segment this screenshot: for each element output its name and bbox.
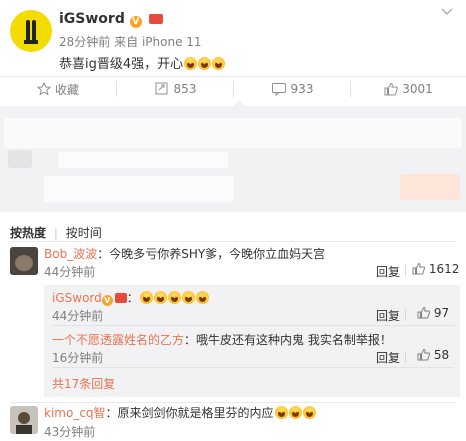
commenter-avatar[interactable] (10, 247, 38, 275)
member-level-icon (148, 14, 163, 24)
post-author-avatar[interactable] (10, 10, 52, 52)
comment-like-button[interactable]: 1612 (412, 262, 459, 276)
comment-icon (271, 83, 286, 96)
like-button[interactable]: 3001 (351, 78, 466, 100)
reply-user[interactable]: iGSword (52, 291, 102, 305)
comment-user[interactable]: kimo_cq智 (44, 406, 106, 420)
post-content-text: 恭喜ig晋级4强，开心 (59, 57, 184, 72)
sort-hot-tab[interactable]: 按热度 (10, 226, 46, 240)
divider (405, 309, 406, 321)
comment-count: 933 (290, 82, 314, 96)
divider (52, 325, 454, 326)
laugh-emoji-icon (212, 57, 226, 70)
more-replies-link[interactable]: 共17条回复 (52, 375, 115, 392)
reply-body: 一个不愿透露姓名的乙方：哦牛皮还有这种内鬼 我实名制举报！ (52, 331, 392, 348)
star-icon (36, 82, 51, 96)
sort-divider: | (53, 226, 58, 240)
post-menu-chevron-icon[interactable] (440, 6, 454, 20)
favorite-label: 收藏 (54, 82, 79, 97)
laugh-emoji-icon (288, 406, 302, 419)
comment-user[interactable]: Bob_波波 (44, 247, 97, 261)
laugh-emoji-icon (153, 291, 167, 304)
thumbs-up-icon (384, 82, 399, 96)
reply-text: ：哦牛皮还有这种内鬼 我实名制举报！ (184, 333, 392, 347)
thumbs-up-icon (417, 348, 430, 361)
comment-text: ：原来剑剑你就是格里芬的内应 (105, 406, 274, 420)
comment-body: Bob_波波：今晚多亏你养SHY爹，今晚你立血妈天宫 (44, 245, 325, 262)
post-time[interactable]: 28分钟前 (59, 35, 110, 49)
verified-badge-icon: V (129, 16, 142, 28)
post-source-device[interactable]: iPhone 11 (142, 35, 202, 49)
comment-compose-area (0, 106, 466, 212)
post-source-prefix: 来自 (114, 35, 139, 49)
laugh-emoji-icon (195, 291, 209, 304)
reply-button[interactable]: 回复 (376, 349, 400, 366)
compose-input-placeholder[interactable] (4, 118, 462, 148)
laugh-emoji-icon (198, 57, 212, 70)
laugh-emoji-icon (139, 291, 153, 304)
avatar-image-icon (10, 247, 38, 275)
reply-time: 16分钟前 (52, 351, 104, 365)
commenter-avatar[interactable] (10, 406, 38, 434)
laugh-emoji-icon (181, 291, 195, 304)
reply-like-button[interactable]: 58 (417, 348, 449, 362)
compose-field-placeholder (44, 176, 234, 202)
member-level-icon (114, 293, 127, 303)
laugh-emoji-icon (184, 57, 198, 70)
repost-icon (155, 82, 168, 95)
avatar-silhouette-icon (24, 20, 38, 44)
divider (405, 351, 406, 363)
comment-text: ：今晚多亏你养SHY爹，今晚你立血妈天宫 (97, 247, 326, 261)
thumbs-up-icon (417, 306, 430, 319)
compose-field-placeholder (58, 152, 228, 168)
post-author-name[interactable]: iGSword (59, 11, 125, 27)
compose-submit-placeholder[interactable] (400, 174, 460, 200)
reply-user[interactable]: 一个不愿透露姓名的乙方 (52, 333, 184, 347)
laugh-emoji-icon (302, 406, 316, 419)
reply-button[interactable]: 回复 (376, 307, 400, 324)
reply-button[interactable]: 回复 (376, 263, 400, 280)
like-count: 3001 (402, 82, 433, 96)
favorite-button[interactable]: 收藏 (0, 78, 116, 100)
comment-body: kimo_cq智：原来剑剑你就是格里芬的内应 (44, 404, 316, 421)
comment-like-count: 1612 (428, 262, 460, 276)
laugh-emoji-icon (167, 291, 181, 304)
thumbs-up-icon (412, 262, 425, 275)
divider (10, 402, 456, 403)
post-content: 恭喜ig晋级4强，开心 (59, 53, 226, 72)
divider (52, 367, 454, 368)
repost-button[interactable]: 853 (117, 78, 233, 100)
reply-time: 44分钟前 (52, 309, 104, 323)
reply-like-count: 97 (433, 306, 450, 320)
reply-like-button[interactable]: 97 (417, 306, 449, 320)
laugh-emoji-icon (274, 406, 288, 419)
reply-like-count: 58 (433, 348, 450, 362)
repost-count: 853 (173, 82, 197, 96)
comment-button[interactable]: 933 (234, 78, 350, 100)
divider (0, 76, 466, 77)
divider (10, 241, 456, 242)
compose-avatar-placeholder (8, 150, 32, 168)
reply-body: iGSword V： (52, 289, 209, 306)
avatar-image-icon (10, 406, 38, 434)
divider (405, 265, 406, 277)
comment-time: 43分钟前 (44, 425, 96, 439)
verified-badge-icon: V (101, 295, 113, 306)
comment-time: 44分钟前 (44, 265, 96, 279)
sort-time-tab[interactable]: 按时间 (66, 226, 102, 240)
